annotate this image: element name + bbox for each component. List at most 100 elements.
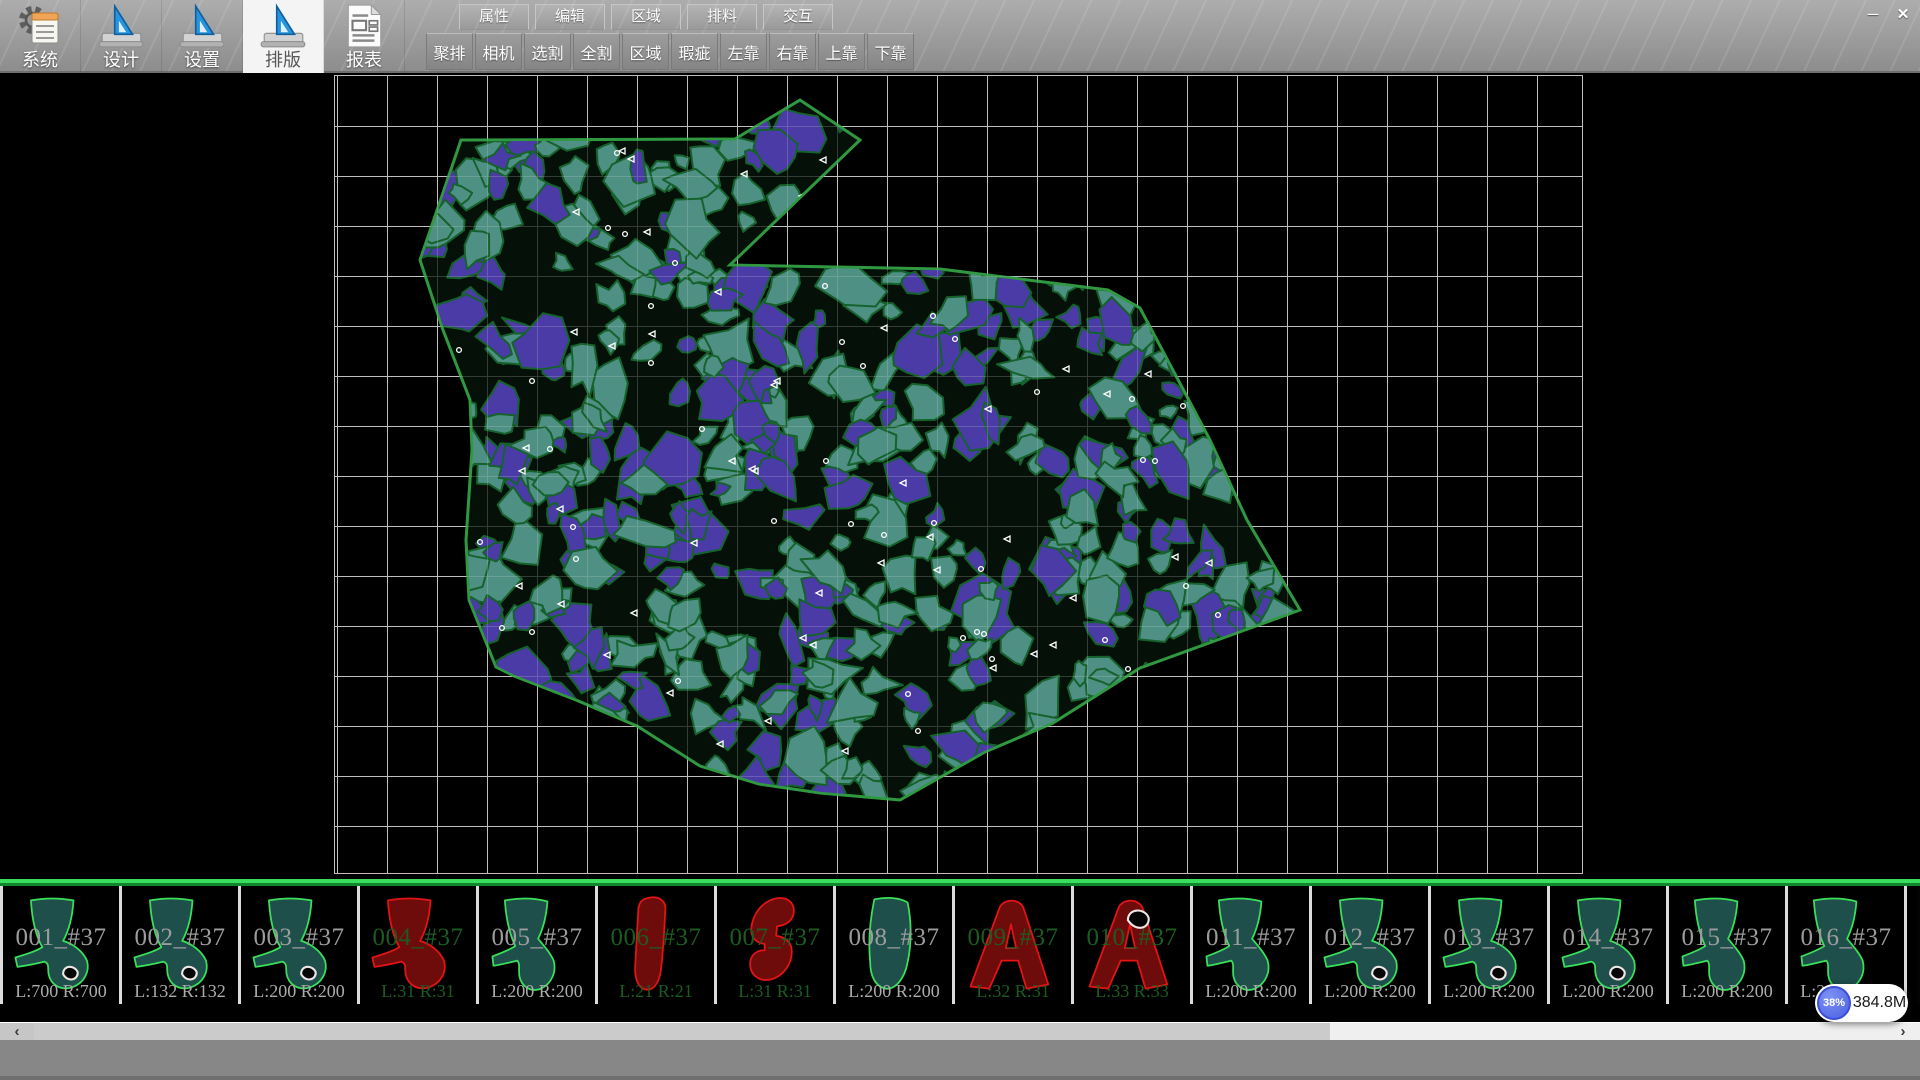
- piece-shape-svg: [1909, 888, 1917, 1000]
- app-window: 系统 设计 设置 排版: [0, 0, 1920, 1080]
- ruler-base: [99, 33, 143, 47]
- piece-name: 001_#37: [3, 924, 119, 952]
- main-button-nesting[interactable]: 排版: [243, 0, 324, 73]
- nesting-icon: [259, 2, 307, 50]
- piece-name: 013_#37: [1431, 924, 1547, 952]
- piece-lr-count: L:700 R:700: [3, 981, 119, 1002]
- memory-size-label: 384.8M: [1851, 994, 1908, 1012]
- thumbnail-piece-002_#37[interactable]: 002_#37 L:132 R:132: [119, 886, 238, 1004]
- action-button-9[interactable]: 下靠: [867, 33, 914, 70]
- piece-name: 014_#37: [1550, 924, 1666, 952]
- thumbnail-piece-008_#37[interactable]: 008_#37 L:200 R:200: [833, 886, 952, 1004]
- menu-tab-1[interactable]: 编辑: [535, 4, 605, 30]
- action-button-8[interactable]: 上靠: [818, 33, 865, 70]
- minimize-button[interactable]: ─: [1861, 3, 1885, 25]
- menu-tab-bar: 属性编辑区域排料交互: [459, 4, 833, 30]
- ruler-base: [261, 33, 305, 47]
- piece-name: 009_#37: [955, 924, 1071, 952]
- thumbnail-piece-003_#37[interactable]: 003_#37L:200 R:200: [238, 886, 357, 1004]
- action-toolbar: 聚排相机选割全割区域瑕疵左靠右靠上靠下靠: [426, 33, 914, 70]
- piece-lr-count: L:31 R:31: [360, 981, 476, 1002]
- thumbnail-piece-013_#37[interactable]: 013_#37 L:200 R:200: [1428, 886, 1547, 1004]
- piece-name: 012_#37: [1312, 924, 1428, 952]
- thumbnail-piece-014_#37[interactable]: 014_#37 L:200 R:200: [1547, 886, 1666, 1004]
- main-button-label: 系统: [22, 50, 58, 71]
- action-button-6[interactable]: 左靠: [720, 33, 767, 70]
- main-button-report[interactable]: 报表: [324, 0, 405, 73]
- scroll-left-button[interactable]: ‹: [0, 1023, 34, 1040]
- main-button-design[interactable]: 设计: [81, 0, 162, 73]
- triangle-ruler: [196, 6, 214, 34]
- piece-hole: [1610, 967, 1625, 980]
- settings-icon: [178, 2, 226, 50]
- piece-name: 006_#37: [598, 924, 714, 952]
- scrollbar-track[interactable]: [34, 1023, 1886, 1040]
- thumbnail-strip-divider: [0, 879, 1920, 886]
- piece-lr-count: L:31 R:31: [717, 981, 833, 1002]
- action-button-3[interactable]: 全割: [573, 33, 620, 70]
- ruler-base: [180, 33, 224, 47]
- window-controls: ─ ✕: [1861, 3, 1915, 25]
- report-icon: [340, 2, 388, 50]
- main-button-label: 设计: [103, 50, 139, 71]
- triangle-ruler: [277, 6, 295, 34]
- thumbnail-piece-012_#37[interactable]: 012_#37 L:200 R:200: [1309, 886, 1428, 1004]
- piece-lr-count: L:200 R:200: [1431, 981, 1547, 1002]
- piece-name: 008_#37: [836, 924, 952, 952]
- piece-lr-count: L:200 R:200: [1193, 981, 1309, 1002]
- action-button-2[interactable]: 选割: [524, 33, 571, 70]
- main-button-label: 设置: [184, 50, 220, 71]
- title-bar: 系统 设计 设置 排版: [0, 0, 1920, 73]
- action-button-7[interactable]: 右靠: [769, 33, 816, 70]
- main-toolbar: 系统 设计 设置 排版: [0, 0, 405, 73]
- action-button-5[interactable]: 瑕疵: [671, 33, 718, 70]
- piece-hole: [63, 967, 78, 980]
- piece-lr-count: L:21 R:21: [598, 981, 714, 1002]
- nesting-canvas[interactable]: [0, 73, 1920, 879]
- thumbnail-piece-011_#37[interactable]: 011_#37L:200 R:200: [1190, 886, 1309, 1004]
- thumbnail-piece-010_#37[interactable]: 010_#37 L:33 R:33: [1071, 886, 1190, 1004]
- memory-percent-label: 38%: [1823, 997, 1845, 1009]
- notebook-icon: [32, 13, 58, 43]
- piece-name: 010_#37: [1074, 924, 1190, 952]
- main-button-settings[interactable]: 设置: [162, 0, 243, 73]
- piece-name: 007_#37: [717, 924, 833, 952]
- thumbnail-piece-015_#37[interactable]: 015_#37L:200 R:200: [1666, 886, 1785, 1004]
- action-button-1[interactable]: 相机: [475, 33, 522, 70]
- thumbnail-piece-009_#37[interactable]: 009_#37 L:32 R:31: [952, 886, 1071, 1004]
- scroll-right-button[interactable]: ›: [1886, 1023, 1920, 1040]
- thumbnail-piece-004_#37[interactable]: 004_#37L:31 R:31: [357, 886, 476, 1004]
- status-bar: [0, 1040, 1920, 1080]
- triangle-ruler: [115, 6, 133, 34]
- thumbnail-piece-partial[interactable]: [1904, 886, 1917, 1004]
- piece-lr-count: L:200 R:200: [1312, 981, 1428, 1002]
- piece-lr-count: L:32 R:31: [955, 981, 1071, 1002]
- thumbnail-piece-001_#37[interactable]: 001_#37 L:700 R:700: [0, 886, 119, 1004]
- piece-hole: [182, 967, 197, 980]
- scrollbar-thumb[interactable]: [34, 1023, 1330, 1040]
- piece-hole: [1372, 967, 1387, 980]
- menu-tab-0[interactable]: 属性: [459, 4, 529, 30]
- close-button[interactable]: ✕: [1891, 3, 1915, 25]
- thumbnail-piece-006_#37[interactable]: 006_#37 L:21 R:21: [595, 886, 714, 1004]
- nesting-layout-svg: [334, 75, 1583, 876]
- piece-lr-count: L:200 R:200: [1550, 981, 1666, 1002]
- piece-name: 002_#37: [122, 924, 238, 952]
- menu-tab-2[interactable]: 区域: [611, 4, 681, 30]
- menu-tab-3[interactable]: 排料: [687, 4, 757, 30]
- main-button-system[interactable]: 系统: [0, 0, 81, 73]
- thumbnail-piece-005_#37[interactable]: 005_#37L:200 R:200: [476, 886, 595, 1004]
- action-button-4[interactable]: 区域: [622, 33, 669, 70]
- piece-name: 003_#37: [241, 924, 357, 952]
- design-icon: [97, 2, 145, 50]
- thumbnail-piece-007_#37[interactable]: 007_#37 L:31 R:31: [714, 886, 833, 1004]
- horizontal-scrollbar[interactable]: ‹ ›: [0, 1022, 1920, 1040]
- menu-tab-4[interactable]: 交互: [763, 4, 833, 30]
- action-button-0[interactable]: 聚排: [426, 33, 473, 70]
- piece-lr-count: L:200 R:200: [836, 981, 952, 1002]
- piece-lr-count: L:132 R:132: [122, 981, 238, 1002]
- memory-usage-badge: 38% 384.8M: [1815, 984, 1908, 1022]
- piece-hole: [301, 967, 316, 980]
- piece-lr-count: L:33 R:33: [1074, 981, 1190, 1002]
- memory-percent-gauge: 38%: [1817, 986, 1851, 1020]
